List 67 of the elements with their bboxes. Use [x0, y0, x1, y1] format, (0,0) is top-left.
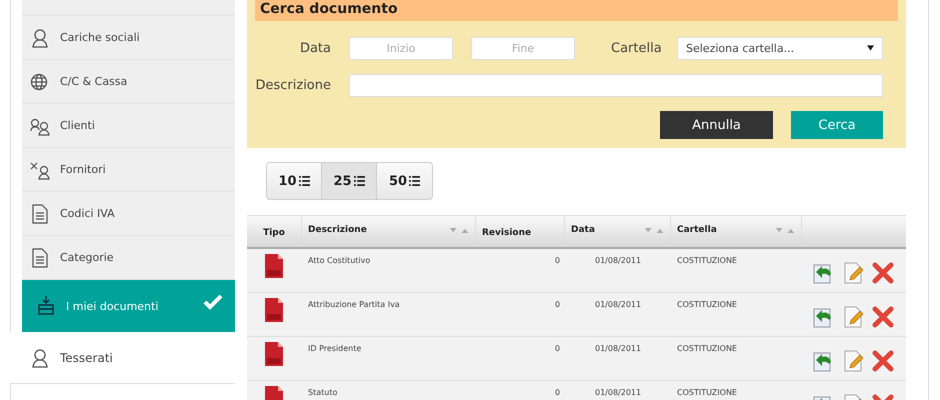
list-icon [409, 176, 420, 186]
column-header[interactable]: Descrizione [302, 216, 476, 247]
table-cell-text: COSTITUZIONE [676, 255, 738, 267]
sidebar-item[interactable]: Cariche sociali [22, 16, 235, 60]
people-icon [30, 160, 50, 180]
pdf-file-icon[interactable] [265, 254, 283, 278]
sidebar-item[interactable]: Tesserati [10, 332, 235, 384]
panel-title: Cerca documento [255, 0, 898, 21]
sort-icon [644, 227, 664, 234]
table-cell-text: 0 [554, 387, 561, 399]
globe-icon [30, 72, 50, 92]
pdf-file-icon[interactable] [265, 342, 283, 366]
delete-icon[interactable] [872, 262, 894, 284]
delete-icon[interactable] [872, 350, 894, 372]
pdf-file-icon[interactable] [265, 298, 283, 322]
table-cell-text: COSTITUZIONE [676, 387, 738, 399]
delete-icon[interactable] [872, 306, 894, 328]
page-size-button[interactable]: 10 [267, 163, 322, 199]
person-icon [30, 28, 50, 48]
table-cell-text: 01/08/2011 [594, 299, 642, 311]
sort-icon [449, 227, 469, 234]
archive-icon [36, 296, 56, 316]
edit-icon[interactable] [842, 350, 864, 372]
edit-icon[interactable] [842, 306, 864, 328]
caret-icon [867, 45, 874, 51]
sidebar-item[interactable]: Clienti [22, 104, 235, 148]
restore-icon[interactable] [812, 262, 834, 284]
person-icon [30, 348, 50, 368]
document-icon [30, 204, 50, 224]
field-label: Descrizione [255, 78, 331, 92]
sidebar-item[interactable]: Fornitori [22, 148, 235, 192]
document-icon [30, 248, 50, 268]
restore-icon[interactable] [812, 306, 834, 328]
sort-icon [775, 227, 795, 234]
list-icon [298, 176, 310, 186]
column-header[interactable]: Data [565, 216, 671, 247]
table-cell-text: 0 [554, 343, 561, 355]
start-date-field[interactable]: Inizio [349, 36, 453, 60]
cancel-button[interactable]: Annulla [660, 111, 773, 139]
table-cell-text: 0 [554, 299, 561, 311]
table-cell-text: COSTITUZIONE [676, 299, 738, 311]
table-cell-text: 01/08/2011 [594, 387, 642, 399]
page-size-button[interactable]: 50 [377, 163, 432, 199]
sidebar-item[interactable]: Categorie [22, 236, 235, 280]
checkmark-icon [203, 294, 223, 310]
description-field[interactable] [349, 74, 883, 96]
table-cell-text: ID Presidente [307, 343, 362, 355]
restore-icon[interactable] [812, 350, 834, 372]
end-date-field[interactable]: Fine [471, 36, 575, 60]
table-cell-text: 01/08/2011 [594, 255, 642, 267]
page-size-button[interactable]: 25 [322, 163, 377, 199]
sidebar-item[interactable]: Codici IVA [22, 192, 235, 236]
table-cell-text: Attribuzione Partita Iva [307, 299, 401, 311]
sidebar-item[interactable]: C/C & Cassa [22, 60, 235, 104]
list-icon [354, 176, 365, 186]
column-header[interactable]: Tipo [247, 216, 302, 247]
table-cell-text: Statuto [307, 387, 338, 399]
table-cell-text: 01/08/2011 [594, 343, 642, 355]
field-label: Cartella [611, 40, 659, 56]
column-header[interactable]: Revisione [476, 216, 565, 247]
column-header[interactable]: Cartella [671, 216, 802, 247]
field-label: Data [298, 40, 331, 56]
table-cell-text: Atto Costitutivo [307, 255, 372, 267]
edit-icon[interactable] [842, 262, 864, 284]
table-cell-text: 0 [554, 255, 561, 267]
folder-dropdown[interactable]: Seleziona cartella... [677, 36, 883, 60]
table-cell-text: COSTITUZIONE [676, 343, 738, 355]
